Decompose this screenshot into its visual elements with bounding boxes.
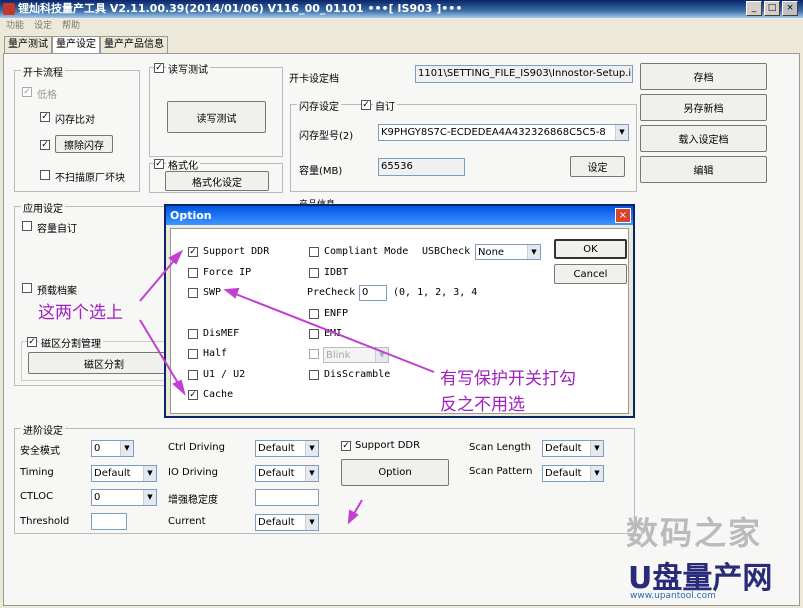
- watermark-logo-top: 数码之家: [626, 514, 763, 552]
- annotation-write-protect: 有写保护开关打勾: [440, 369, 576, 389]
- annotation-select-both: 这两个选上: [38, 303, 123, 323]
- watermark-url: www.upantool.com: [630, 591, 716, 601]
- annotation-otherwise: 反之不用选: [440, 395, 525, 415]
